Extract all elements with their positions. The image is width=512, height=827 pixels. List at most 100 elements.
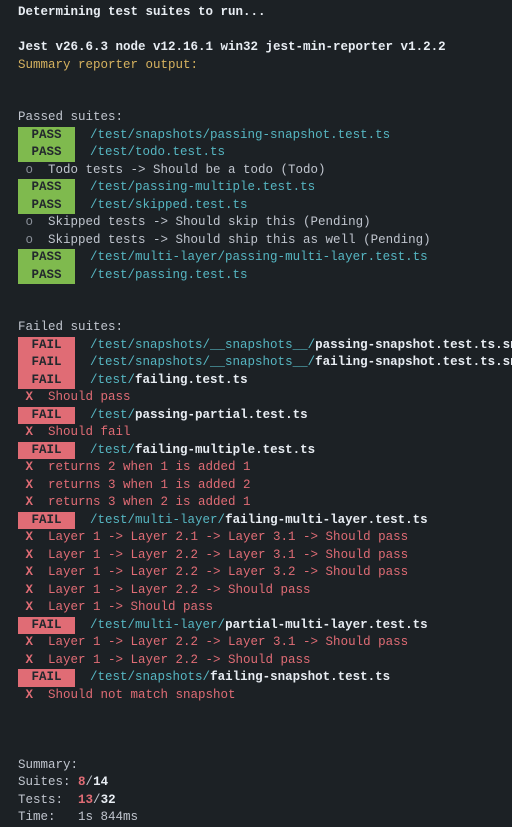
suite-file: failing-snapshot.test.ts.snap: [315, 355, 512, 369]
terminal-line: o Todo tests -> Should be a todo (Todo): [0, 162, 512, 180]
passed-suites-header: Passed suites:: [18, 110, 123, 124]
tests-failed-count: 13: [78, 793, 93, 807]
suite-dir: /test/multi-layer/: [90, 618, 225, 632]
terminal-line: X Layer 1 -> Layer 2.2 -> Should pass: [0, 652, 512, 670]
fail-bullet: X: [18, 478, 48, 492]
pass-badge: PASS: [18, 144, 75, 162]
fail-badge: FAIL: [18, 407, 75, 425]
fail-bullet: X: [18, 653, 48, 667]
time-label: Time:: [18, 810, 56, 824]
terminal-line: o Skipped tests -> Should ship this as w…: [0, 232, 512, 250]
terminal-line: PASS /test/passing-multiple.test.ts: [0, 179, 512, 197]
fail-badge: FAIL: [18, 372, 75, 390]
terminal-line: FAIL /test/snapshots/failing-snapshot.te…: [0, 669, 512, 687]
terminal-line: FAIL /test/snapshots/__snapshots__/faili…: [0, 354, 512, 372]
fail-badge: FAIL: [18, 617, 75, 635]
terminal-line: X Layer 1 -> Layer 2.2 -> Layer 3.2 -> S…: [0, 564, 512, 582]
pass-badge: PASS: [18, 267, 75, 285]
fail-bullet: X: [18, 390, 48, 404]
suite-path: /test/passing-multiple.test.ts: [90, 180, 315, 194]
fail-text: Layer 1 -> Layer 2.2 -> Layer 3.2 -> Sho…: [48, 565, 408, 579]
todo-text: Skipped tests -> Should ship this as wel…: [48, 233, 431, 247]
suite-file: partial-multi-layer.test.ts: [225, 618, 428, 632]
tests-total: 32: [101, 793, 116, 807]
terminal-line: X returns 2 when 1 is added 1: [0, 459, 512, 477]
determining-line: Determining test suites to run...: [18, 5, 266, 19]
pass-badge: PASS: [18, 179, 75, 197]
fail-bullet: X: [18, 565, 48, 579]
tests-slash: /: [93, 793, 101, 807]
suite-file: failing-multiple.test.ts: [135, 443, 315, 457]
suites-total: 14: [93, 775, 108, 789]
terminal-line: PASS /test/snapshots/passing-snapshot.te…: [0, 127, 512, 145]
summary-header: Summary:: [18, 758, 78, 772]
todo-bullet: o: [18, 233, 48, 247]
fail-text: Should pass: [48, 390, 131, 404]
suite-file: failing-multi-layer.test.ts: [225, 513, 428, 527]
terminal-line: X Layer 1 -> Layer 2.2 -> Should pass: [0, 582, 512, 600]
fail-badge: FAIL: [18, 442, 75, 460]
terminal-line: FAIL /test/multi-layer/failing-multi-lay…: [0, 512, 512, 530]
fail-text: Layer 1 -> Layer 2.2 -> Should pass: [48, 583, 311, 597]
pass-badge: PASS: [18, 127, 75, 145]
terminal-line: FAIL /test/snapshots/__snapshots__/passi…: [0, 337, 512, 355]
fail-text: Layer 1 -> Layer 2.2 -> Layer 3.1 -> Sho…: [48, 548, 408, 562]
suites-failed-count: 8: [78, 775, 86, 789]
terminal-line: X Should fail: [0, 424, 512, 442]
terminal-line: X Layer 1 -> Should pass: [0, 599, 512, 617]
suites-label: Suites:: [18, 775, 71, 789]
fail-text: returns 2 when 1 is added 1: [48, 460, 251, 474]
suite-file: passing-partial.test.ts: [135, 408, 308, 422]
suite-path: /test/snapshots/passing-snapshot.test.ts: [90, 128, 390, 142]
fail-bullet: X: [18, 460, 48, 474]
suites-slash: /: [86, 775, 94, 789]
failed-suites-block: FAIL /test/snapshots/__snapshots__/passi…: [0, 337, 512, 705]
env-line: Jest v26.6.3 node v12.16.1 win32 jest-mi…: [18, 40, 446, 54]
suite-dir: /test/: [90, 408, 135, 422]
terminal-line: X Should pass: [0, 389, 512, 407]
fail-bullet: X: [18, 425, 48, 439]
fail-text: Layer 1 -> Should pass: [48, 600, 213, 614]
suite-path: /test/multi-layer/passing-multi-layer.te…: [90, 250, 428, 264]
pass-badge: PASS: [18, 249, 75, 267]
terminal-line: PASS /test/skipped.test.ts: [0, 197, 512, 215]
terminal-line: FAIL /test/failing.test.ts: [0, 372, 512, 390]
terminal-line: FAIL /test/multi-layer/partial-multi-lay…: [0, 617, 512, 635]
suite-file: passing-snapshot.test.ts.snap: [315, 338, 512, 352]
passed-suites-block: PASS /test/snapshots/passing-snapshot.te…: [0, 127, 512, 285]
fail-badge: FAIL: [18, 669, 75, 687]
fail-badge: FAIL: [18, 337, 75, 355]
suite-dir: /test/snapshots/: [90, 670, 210, 684]
fail-bullet: X: [18, 548, 48, 562]
fail-bullet: X: [18, 530, 48, 544]
terminal-line: o Skipped tests -> Should skip this (Pen…: [0, 214, 512, 232]
fail-bullet: X: [18, 600, 48, 614]
suite-path: /test/skipped.test.ts: [90, 198, 248, 212]
todo-bullet: o: [18, 163, 48, 177]
terminal-line: PASS /test/passing.test.ts: [0, 267, 512, 285]
fail-text: Should fail: [48, 425, 131, 439]
suite-dir: /test/multi-layer/: [90, 513, 225, 527]
fail-badge: FAIL: [18, 512, 75, 530]
time-value: 1s 844ms: [78, 810, 138, 824]
fail-text: returns 3 when 2 is added 1: [48, 495, 251, 509]
todo-text: Skipped tests -> Should skip this (Pendi…: [48, 215, 371, 229]
suite-dir: /test/snapshots/__snapshots__/: [90, 338, 315, 352]
fail-text: returns 3 when 1 is added 2: [48, 478, 251, 492]
fail-bullet: X: [18, 583, 48, 597]
terminal-line: PASS /test/multi-layer/passing-multi-lay…: [0, 249, 512, 267]
terminal-line: X returns 3 when 2 is added 1: [0, 494, 512, 512]
terminal-line: X Layer 1 -> Layer 2.1 -> Layer 3.1 -> S…: [0, 529, 512, 547]
suite-path: /test/passing.test.ts: [90, 268, 248, 282]
terminal-line: FAIL /test/failing-multiple.test.ts: [0, 442, 512, 460]
fail-text: Should not match snapshot: [48, 688, 236, 702]
terminal-line: X Should not match snapshot: [0, 687, 512, 705]
suite-dir: /test/: [90, 443, 135, 457]
pass-badge: PASS: [18, 197, 75, 215]
terminal-line: X Layer 1 -> Layer 2.2 -> Layer 3.1 -> S…: [0, 634, 512, 652]
terminal-line: FAIL /test/passing-partial.test.ts: [0, 407, 512, 425]
suite-dir: /test/snapshots/__snapshots__/: [90, 355, 315, 369]
terminal-line: X Layer 1 -> Layer 2.2 -> Layer 3.1 -> S…: [0, 547, 512, 565]
fail-text: Layer 1 -> Layer 2.1 -> Layer 3.1 -> Sho…: [48, 530, 408, 544]
suite-file: failing.test.ts: [135, 373, 248, 387]
